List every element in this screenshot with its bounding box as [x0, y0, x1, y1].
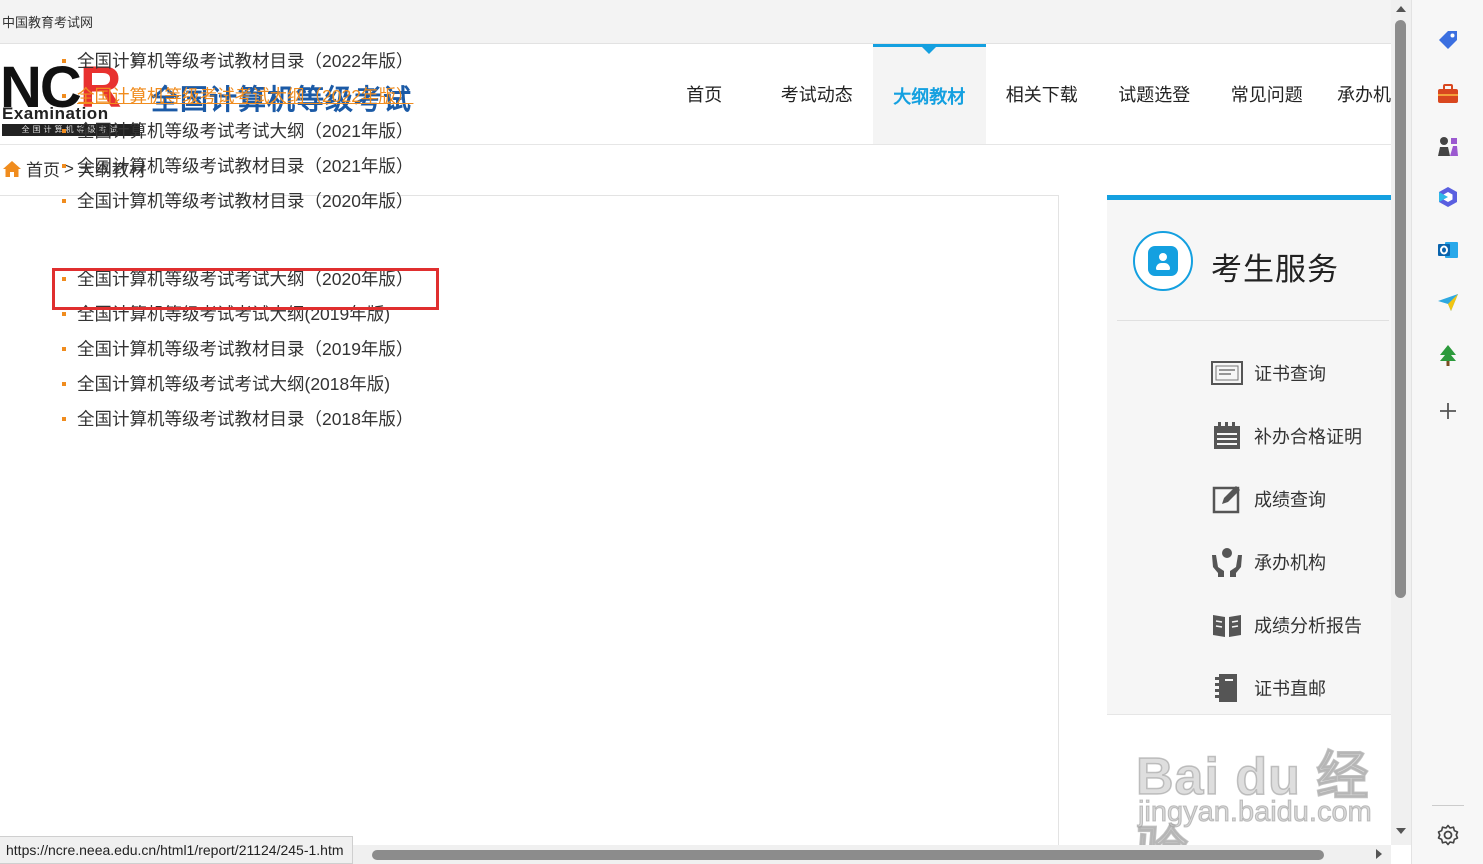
nav-faq[interactable]: 常见问题: [1211, 44, 1324, 144]
edit-icon: [1211, 484, 1243, 514]
vertical-scrollbar[interactable]: [1391, 0, 1411, 845]
list-item: 全国计算机等级考试教材目录（2018年版）: [62, 401, 413, 436]
settings-icon[interactable]: [1434, 821, 1462, 849]
link-status-bar: https://ncre.neea.edu.cn/html1/report/21…: [0, 836, 353, 864]
bullet-icon: [62, 198, 66, 203]
bullet-icon: [62, 311, 66, 316]
games-icon[interactable]: [1434, 132, 1462, 160]
list-item: 全国计算机等级考试考试大纲（2021年版）: [62, 113, 413, 148]
briefcase-icon[interactable]: [1434, 80, 1462, 108]
list-item: 全国计算机等级考试考试大纲（2022年版）: [62, 78, 413, 113]
outlook-icon[interactable]: [1434, 236, 1462, 264]
copilot-icon[interactable]: [1434, 183, 1462, 211]
vertical-scroll-thumb[interactable]: [1395, 20, 1406, 598]
list-item: 全国计算机等级考试考试大纲(2019年版): [62, 296, 413, 331]
services-title: 考生服务: [1211, 252, 1339, 287]
scroll-down-icon[interactable]: [1396, 828, 1406, 834]
scroll-right-icon[interactable]: [1376, 849, 1382, 859]
site-name: 中国教育考试网: [2, 15, 94, 30]
contacts-icon: [1133, 231, 1193, 291]
watermark-domain: jingyan.baidu.com: [1138, 796, 1373, 829]
nav-downloads[interactable]: 相关下载: [986, 44, 1099, 144]
service-reissue-certificate[interactable]: 补办合格证明: [1211, 416, 1362, 456]
top-strip: 中国教育考试网: [0, 0, 1391, 44]
bullet-icon: [62, 381, 66, 386]
list-item: 全国计算机等级考试教材目录（2021年版）: [62, 148, 413, 183]
bullet-icon: [62, 128, 66, 133]
doc-link[interactable]: 全国计算机等级考试考试大纲（2020年版）: [77, 266, 413, 291]
service-score-analysis[interactable]: 成绩分析报告: [1211, 605, 1362, 645]
doc-link[interactable]: 全国计算机等级考试教材目录（2022年版）: [77, 48, 413, 73]
document-list-older: 全国计算机等级考试考试大纲（2020年版） 全国计算机等级考试考试大纲(2019…: [62, 261, 413, 436]
sidebar-divider: [1432, 805, 1464, 806]
tree-icon[interactable]: [1434, 341, 1462, 369]
bullet-icon: [62, 416, 66, 421]
list-item: 全国计算机等级考试考试大纲（2020年版）: [62, 261, 413, 296]
candidate-services-panel: 考生服务 证书查询 补办合格证明 成绩查询 承办机构 成绩分析报告 证书直邮: [1107, 195, 1391, 715]
doc-link-hovered[interactable]: 全国计算机等级考试考试大纲（2022年版）: [77, 83, 413, 108]
hands-icon: [1211, 547, 1243, 577]
document-list-recent: 全国计算机等级考试教材目录（2022年版） 全国计算机等级考试考试大纲（2022…: [62, 43, 413, 218]
nav-syllabus[interactable]: 大纲教材: [873, 44, 986, 144]
doc-link[interactable]: 全国计算机等级考试教材目录（2020年版）: [77, 188, 413, 213]
doc-link[interactable]: 全国计算机等级考试教材目录（2018年版）: [77, 406, 413, 431]
calendar-icon: [1211, 421, 1243, 451]
doc-link[interactable]: 全国计算机等级考试教材目录（2021年版）: [77, 153, 413, 178]
send-icon[interactable]: [1434, 288, 1462, 316]
browser-viewport: 中国教育考试网 NCR ® Examination 全国计算机等级考试 全国计算…: [0, 0, 1391, 864]
nav-organizers[interactable]: 承办机: [1323, 44, 1391, 144]
doc-link[interactable]: 全国计算机等级考试考试大纲(2018年版): [77, 371, 390, 396]
service-label: 证书查询: [1254, 364, 1326, 384]
baidu-watermark: Bai du 经验 jingyan.baidu.com: [1135, 706, 1391, 864]
list-item: 全国计算机等级考试教材目录（2019年版）: [62, 331, 413, 366]
service-certificate-mail[interactable]: 证书直邮: [1211, 668, 1326, 708]
book-icon: [1211, 610, 1243, 640]
bullet-icon: [62, 346, 66, 351]
service-label: 成绩分析报告: [1254, 616, 1362, 636]
main-nav: 首页 考试动态 大纲教材 相关下载 试题选登 常见问题 承办机: [648, 44, 1391, 144]
scroll-up-icon[interactable]: [1396, 6, 1406, 12]
add-icon[interactable]: [1434, 397, 1462, 425]
service-label: 证书直邮: [1254, 679, 1326, 699]
bullet-icon: [62, 93, 66, 98]
service-label: 承办机构: [1254, 553, 1326, 573]
list-item: 全国计算机等级考试教材目录（2020年版）: [62, 183, 413, 218]
nav-sample-questions[interactable]: 试题选登: [1098, 44, 1211, 144]
breadcrumb-home[interactable]: 首页: [26, 156, 60, 181]
bullet-icon: [62, 276, 66, 281]
service-certificate-query[interactable]: 证书查询: [1211, 353, 1326, 393]
list-item: 全国计算机等级考试考试大纲(2018年版): [62, 366, 413, 401]
bullet-icon: [62, 58, 66, 63]
doc-link[interactable]: 全国计算机等级考试考试大纲（2021年版）: [77, 118, 413, 143]
bullet-icon: [62, 163, 66, 168]
nav-exam-news[interactable]: 考试动态: [761, 44, 874, 144]
nav-home[interactable]: 首页: [648, 44, 761, 144]
tag-icon[interactable]: [1434, 26, 1462, 54]
service-score-query[interactable]: 成绩查询: [1211, 479, 1326, 519]
certificate-icon: [1211, 358, 1243, 388]
browser-sidebar: [1411, 0, 1483, 864]
home-icon: [2, 159, 22, 179]
services-header: 考生服务: [1117, 200, 1389, 321]
service-label: 成绩查询: [1254, 490, 1326, 510]
doc-link[interactable]: 全国计算机等级考试教材目录（2019年版）: [77, 336, 413, 361]
doc-link[interactable]: 全国计算机等级考试考试大纲(2019年版): [77, 301, 390, 326]
horizontal-scroll-thumb[interactable]: [372, 850, 1324, 860]
list-item: 全国计算机等级考试教材目录（2022年版）: [62, 43, 413, 78]
mail-book-icon: [1211, 673, 1243, 703]
service-label: 补办合格证明: [1254, 427, 1362, 447]
service-organizers[interactable]: 承办机构: [1211, 542, 1326, 582]
